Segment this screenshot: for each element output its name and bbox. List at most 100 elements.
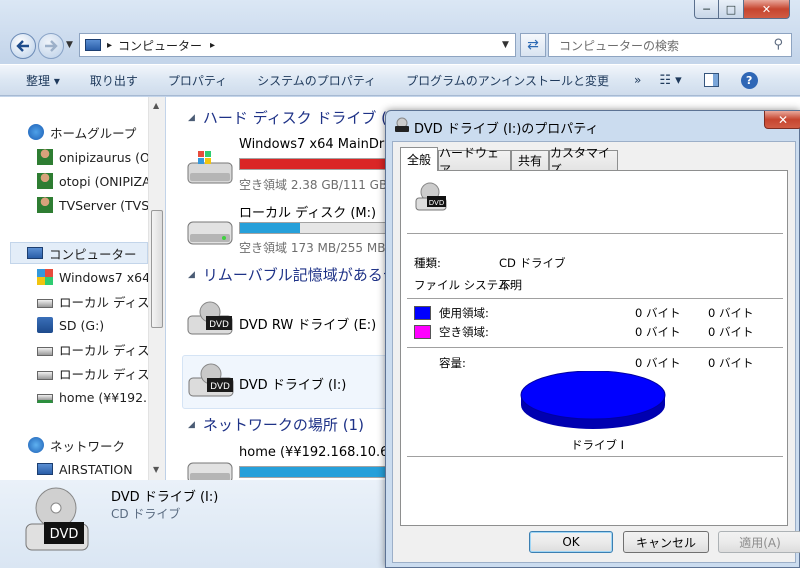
- forward-arrow-icon: [45, 40, 58, 52]
- windows-drive-icon: [37, 269, 53, 285]
- breadcrumb-root-arrow[interactable]: ▸: [107, 40, 112, 51]
- sidebar-item-network-device[interactable]: AIRSTATION: [37, 458, 133, 480]
- drive-free-space: 空き領域 173 MB/255 MB: [239, 241, 386, 255]
- sidebar-item-drive[interactable]: home (¥¥192.1: [37, 386, 155, 408]
- sidebar-item-drive[interactable]: ローカル ディス: [37, 338, 150, 360]
- ok-button[interactable]: OK: [529, 531, 613, 553]
- dvd-drive-icon: DVD: [415, 182, 447, 211]
- hard-disk-icon: [37, 298, 53, 308]
- dvd-drive-icon: DVD: [188, 363, 234, 397]
- collapse-triangle-icon[interactable]: ◢: [188, 420, 195, 430]
- search-placeholder: コンピューターの検索: [559, 38, 680, 53]
- properties-button[interactable]: プロパティ: [153, 72, 242, 89]
- forward-button[interactable]: [38, 33, 64, 59]
- separator: [407, 456, 783, 457]
- type-value: CD ドライブ: [499, 256, 566, 270]
- sidebar-item-user[interactable]: otopi (ONIPIZA: [37, 170, 151, 192]
- dialog-close-button[interactable]: ✕: [764, 111, 800, 129]
- hard-disk-icon: [37, 370, 53, 380]
- drive-usage-fill: [240, 223, 301, 233]
- sidebar-scrollbar[interactable]: ▲ ▼: [148, 97, 165, 480]
- group-header-network[interactable]: ◢ ネットワークの場所 (1): [188, 414, 364, 435]
- computer-icon: [27, 247, 43, 259]
- eject-button[interactable]: 取り出す: [75, 72, 153, 89]
- free-space-color-swatch: [414, 325, 431, 339]
- free-space-bytes: 0 バイト: [635, 325, 681, 339]
- sidebar-item-homegroup[interactable]: ホームグループ: [28, 121, 136, 143]
- breadcrumb-computer[interactable]: コンピューター: [118, 37, 202, 54]
- drive-tile-selected[interactable]: DVD DVD ドライブ (I:): [182, 355, 412, 409]
- scroll-thumb[interactable]: [151, 210, 163, 328]
- group-header-removable[interactable]: ◢ リムーバブル記憶域があるデ: [188, 264, 398, 285]
- sidebar-homegroup-label: ホームグループ: [50, 125, 137, 141]
- sidebar-drive-label: Windows7 x64: [59, 269, 151, 285]
- tab-sharing[interactable]: 共有: [511, 150, 549, 170]
- dvd-drive-small-icon: [395, 117, 409, 132]
- preview-pane-icon[interactable]: [703, 73, 719, 87]
- sidebar-user-label: otopi (ONIPIZA: [59, 173, 151, 189]
- tab-general[interactable]: 全般: [400, 147, 438, 171]
- network-computer-icon: [37, 463, 53, 475]
- sidebar-item-drive[interactable]: ローカル ディス: [37, 362, 150, 384]
- free-space-size: 0 バイト: [708, 325, 754, 339]
- view-options-icon[interactable]: ☷ ▾: [659, 73, 681, 88]
- recent-pages-chevron-icon[interactable]: ▼: [66, 40, 73, 50]
- minimize-button[interactable]: ─: [694, 0, 719, 19]
- help-icon[interactable]: ?: [740, 71, 758, 89]
- svg-text:DVD: DVD: [209, 320, 229, 330]
- properties-dialog: DVD ドライブ (I:)のプロパティ ✕ 全般 ハードウェア 共有 カスタマイ…: [385, 110, 800, 568]
- sidebar-item-user[interactable]: onipizaurus (ON: [37, 146, 159, 168]
- uninstall-program-button[interactable]: プログラムのアンインストールと変更: [391, 72, 624, 89]
- drive-free-space: 空き領域 2.38 GB/111 GB: [239, 178, 388, 192]
- sidebar-drive-label: ローカル ディス: [59, 342, 150, 358]
- group-removable-label: リムーバブル記憶域があるデ: [202, 266, 398, 284]
- apply-button[interactable]: 適用(A): [718, 531, 800, 553]
- user-icon: [37, 173, 53, 189]
- refresh-button[interactable]: ⇄: [520, 33, 546, 57]
- back-arrow-icon: [16, 40, 29, 52]
- tab-hardware[interactable]: ハードウェア: [438, 146, 511, 177]
- filesystem-value: 不明: [499, 278, 522, 292]
- more-commands-button[interactable]: »: [624, 73, 651, 87]
- type-label: 種類:: [414, 256, 441, 270]
- drive-name: home (¥¥192.168.10.61): [239, 445, 402, 460]
- command-bar: 整理 ▾ 取り出す プロパティ システムのプロパティ プログラムのアンインストー…: [0, 64, 800, 96]
- used-space-bytes: 0 バイト: [635, 306, 681, 320]
- address-bar[interactable]: ▸ コンピューター ▸: [79, 33, 516, 57]
- scroll-down-arrow[interactable]: ▼: [153, 465, 159, 474]
- svg-text:DVD: DVD: [210, 382, 230, 392]
- search-input[interactable]: コンピューターの検索 ⚲: [548, 33, 792, 57]
- sidebar-network-device-label: AIRSTATION: [59, 461, 133, 477]
- dvd-drive-large-icon: DVD: [25, 487, 89, 551]
- organize-button[interactable]: 整理 ▾: [0, 72, 75, 89]
- address-dropdown-icon[interactable]: ▼: [502, 40, 509, 50]
- group-header-hard-disks[interactable]: ◢ ハード ディスク ドライブ (4: [188, 107, 397, 128]
- collapse-triangle-icon[interactable]: ◢: [188, 113, 195, 123]
- free-space-label: 空き領域:: [439, 325, 489, 339]
- separator: [407, 298, 783, 299]
- sidebar-drive-label: ローカル ディス: [59, 294, 150, 310]
- sidebar-item-drive[interactable]: ローカル ディス: [37, 290, 150, 312]
- sidebar-item-user[interactable]: TVServer (TVS: [37, 194, 149, 216]
- drive-name: ローカル ディスク (M:): [239, 206, 377, 221]
- capacity-bytes: 0 バイト: [635, 356, 681, 370]
- svg-text:DVD: DVD: [50, 527, 79, 542]
- svg-text:DVD: DVD: [429, 199, 444, 207]
- scroll-up-arrow[interactable]: ▲: [153, 101, 159, 110]
- close-button[interactable]: ✕: [743, 0, 790, 19]
- sidebar-item-computer[interactable]: コンピューター: [10, 242, 148, 264]
- sidebar-item-drive[interactable]: SD (G:): [37, 314, 104, 336]
- maximize-button[interactable]: □: [718, 0, 744, 19]
- back-button[interactable]: [10, 33, 36, 59]
- drive-name: Windows7 x64 MainDrive: [239, 137, 404, 152]
- collapse-triangle-icon[interactable]: ◢: [188, 270, 195, 280]
- network-icon: [28, 437, 44, 453]
- sidebar-item-network[interactable]: ネットワーク: [28, 434, 125, 456]
- breadcrumb-arrow[interactable]: ▸: [210, 40, 215, 51]
- system-properties-button[interactable]: システムのプロパティ: [242, 72, 391, 89]
- cancel-button[interactable]: キャンセル: [623, 531, 709, 553]
- sidebar-item-drive[interactable]: Windows7 x64: [37, 266, 150, 288]
- tab-customize[interactable]: カスタマイズ: [549, 146, 618, 177]
- sidebar-drive-label: home (¥¥192.1: [59, 389, 155, 405]
- drive-name: DVD RW ドライブ (E:): [239, 318, 377, 333]
